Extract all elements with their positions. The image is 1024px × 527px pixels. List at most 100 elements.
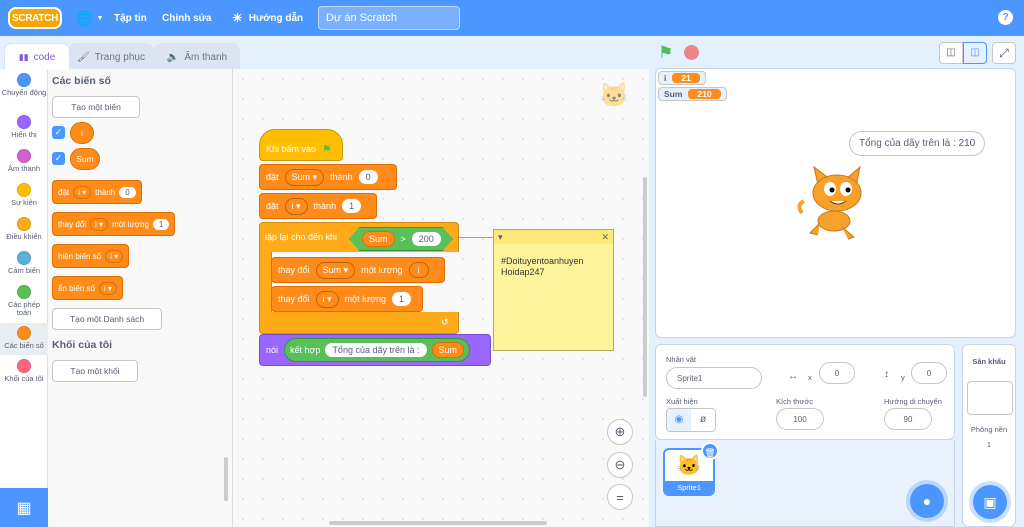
change-var-dropdown[interactable]: Sum ▾ xyxy=(315,261,356,279)
var-i-checkbox[interactable]: ✓ xyxy=(52,126,65,139)
direction-input[interactable]: 90 xyxy=(884,408,932,430)
show-var-dropdown[interactable]: i ▾ xyxy=(105,249,124,263)
project-title-input[interactable]: Dự án Scratch xyxy=(318,6,460,30)
tab-costumes[interactable]: 🖌 Trang phục xyxy=(68,43,154,70)
make-block-button[interactable]: Tạo một khối xyxy=(52,360,138,382)
scratch-logo[interactable]: SCRATCH xyxy=(8,7,62,29)
category-myblocks[interactable]: Khối của tôi xyxy=(0,359,48,393)
set-i-block[interactable]: đặt i ▾ thành 1 xyxy=(259,193,377,219)
category-sound[interactable]: Âm thanh xyxy=(0,149,48,183)
set-var-dropdown[interactable]: Sum ▾ xyxy=(284,168,325,186)
set-var-dropdown[interactable]: i ▾ xyxy=(284,197,308,215)
cond-var-reporter[interactable]: Sum xyxy=(362,231,395,247)
category-operators[interactable]: Các phép toán xyxy=(0,285,48,323)
size-label: Kích thước xyxy=(776,397,814,406)
category-looks[interactable]: Hiển thị xyxy=(0,115,48,149)
horizontal-scrollbar[interactable] xyxy=(329,521,547,525)
change-i-block[interactable]: thay đổi i ▾ một lượng 1 xyxy=(271,286,423,312)
change-variable-block[interactable]: thay đổi i ▾ một lượng 1 xyxy=(52,212,176,236)
set-value-input[interactable]: 0 xyxy=(358,170,378,184)
category-variables[interactable]: Các biến số xyxy=(0,323,48,355)
dropdown-value: i xyxy=(78,187,80,197)
arrows-vertical-icon: ↕ xyxy=(884,369,889,380)
category-motion[interactable]: Chuyển động xyxy=(0,73,48,107)
cat-sprite[interactable] xyxy=(796,165,876,243)
tab-sounds[interactable]: 🔈 Âm thanh xyxy=(154,43,240,70)
change-var-dropdown[interactable]: i ▾ xyxy=(315,290,339,308)
show-variable-block[interactable]: hiện biến số i ▾ xyxy=(52,244,130,268)
when-flag-clicked-block[interactable]: Khi bấm vào ⚑ xyxy=(259,129,343,161)
var-sum-reporter[interactable]: Sum xyxy=(70,148,100,170)
join-var-reporter[interactable]: Sum xyxy=(431,342,465,358)
change-value-input[interactable]: 1 xyxy=(152,218,170,230)
choose-backdrop-button[interactable]: ▣ xyxy=(973,485,1007,519)
close-icon[interactable]: ✕ xyxy=(601,230,609,244)
sprite-name-input[interactable]: Sprite1 xyxy=(666,367,762,389)
script-area[interactable]: 🐱 Khi bấm vào ⚑ đặt Sum ▾ thành 0 đặt i … xyxy=(233,69,649,527)
small-stage-button[interactable]: ◫ xyxy=(939,42,963,64)
monitor-label: Sum xyxy=(664,89,683,99)
set-value-input[interactable]: 0 xyxy=(119,186,136,198)
show-eye-icon[interactable]: ◉ xyxy=(667,409,691,431)
stop-icon[interactable] xyxy=(684,45,699,60)
zoom-reset-button[interactable]: = xyxy=(607,484,633,510)
collapse-icon[interactable]: ▾ xyxy=(498,230,503,244)
change-by-label: một lượng xyxy=(344,294,387,304)
make-variable-button[interactable]: Tạo một biến xyxy=(52,96,140,118)
greater-than-operator[interactable]: Sum > 200 xyxy=(349,227,453,251)
say-block[interactable]: nói kết hợp Tổng của dãy trên là : Sum xyxy=(259,334,491,366)
menu-bar: SCRATCH 🌐 ▼ Tập tin Chỉnh sửa ☀ Hướng dẫn… xyxy=(0,0,1024,36)
stage-panel[interactable]: Sân khấu Phông nền 1 ▣ xyxy=(962,344,1016,527)
size-input[interactable]: 100 xyxy=(776,408,824,430)
set-var-dropdown[interactable]: i ▾ xyxy=(73,185,92,199)
zoom-in-button[interactable]: ⊕ xyxy=(607,419,633,445)
stage-thumbnail[interactable] xyxy=(967,381,1013,415)
y-input[interactable]: 0 xyxy=(911,362,947,384)
join-text-input[interactable]: Tổng của dãy trên là : xyxy=(325,343,427,357)
zoom-out-button[interactable]: ⊖ xyxy=(607,452,633,478)
green-flag-icon[interactable]: ⚑ xyxy=(658,43,673,63)
comment-note[interactable]: ▾ ✕ #Doituyentoanhuyen Hoidap247 xyxy=(493,229,614,351)
var-sum-checkbox[interactable]: ✓ xyxy=(52,152,65,165)
set-sum-block[interactable]: đặt Sum ▾ thành 0 xyxy=(259,164,397,190)
hide-variable-block[interactable]: ẩn biến số i ▾ xyxy=(52,276,123,300)
category-menu: Chuyển động Hiển thị Âm thanh Sự kiện Đi… xyxy=(0,69,48,489)
join-operator[interactable]: kết hợp Tổng của dãy trên là : Sum xyxy=(284,338,471,362)
change-var-dropdown[interactable]: i ▾ xyxy=(90,217,109,231)
make-list-button[interactable]: Tạo một Danh sách xyxy=(52,308,162,330)
tutorials-menu[interactable]: ☀ Hướng dẫn xyxy=(232,0,303,36)
cond-value-input[interactable]: 200 xyxy=(411,232,441,246)
normal-stage-button[interactable]: ◫ xyxy=(963,42,987,64)
monitor-i: i 21 xyxy=(658,71,706,85)
green-flag-icon: ⚑ xyxy=(322,143,332,156)
sprite-watermark-icon: 🐱 xyxy=(599,82,629,109)
change-sum-block[interactable]: thay đổi Sum ▾ một lượng i xyxy=(271,257,445,283)
tab-code[interactable]: ▮▮ code xyxy=(4,43,70,70)
file-menu[interactable]: Tập tin xyxy=(114,0,147,36)
fullscreen-button[interactable]: ⤢ xyxy=(992,42,1016,64)
category-sensing[interactable]: Cảm biến xyxy=(0,251,48,285)
language-menu[interactable]: 🌐 ▼ xyxy=(76,0,103,36)
hide-eye-icon[interactable]: ø xyxy=(691,409,715,431)
set-value-input[interactable]: 1 xyxy=(342,199,362,213)
category-label: Âm thanh xyxy=(7,164,41,173)
category-control[interactable]: Điều khiển xyxy=(0,217,48,251)
palette-scrollbar[interactable] xyxy=(224,457,228,501)
sensing-dot-icon xyxy=(17,251,31,265)
myblocks-dot-icon xyxy=(17,359,31,373)
var-i-reporter[interactable]: i xyxy=(70,122,94,144)
stage-canvas[interactable]: i 21 Sum 210 Tổng của dãy trên là : 210 xyxy=(655,68,1016,338)
set-variable-block[interactable]: đặt i ▾ thành 0 xyxy=(52,180,142,204)
help-icon[interactable]: ? xyxy=(998,10,1013,25)
x-input[interactable]: 0 xyxy=(819,362,855,384)
vertical-scrollbar[interactable] xyxy=(643,177,647,397)
choose-sprite-button[interactable]: ● xyxy=(910,484,944,518)
edit-menu[interactable]: Chỉnh sửa xyxy=(162,0,211,36)
hide-var-dropdown[interactable]: i ▾ xyxy=(98,281,117,295)
category-events[interactable]: Sự kiện xyxy=(0,183,48,217)
hat-label: Khi bấm vào xyxy=(266,144,317,154)
add-extension-button[interactable]: ▦ xyxy=(0,488,48,527)
change-value-reporter[interactable]: i xyxy=(408,262,429,278)
change-value-input[interactable]: 1 xyxy=(392,292,412,306)
delete-sprite-icon[interactable]: 🗑 xyxy=(701,442,719,460)
